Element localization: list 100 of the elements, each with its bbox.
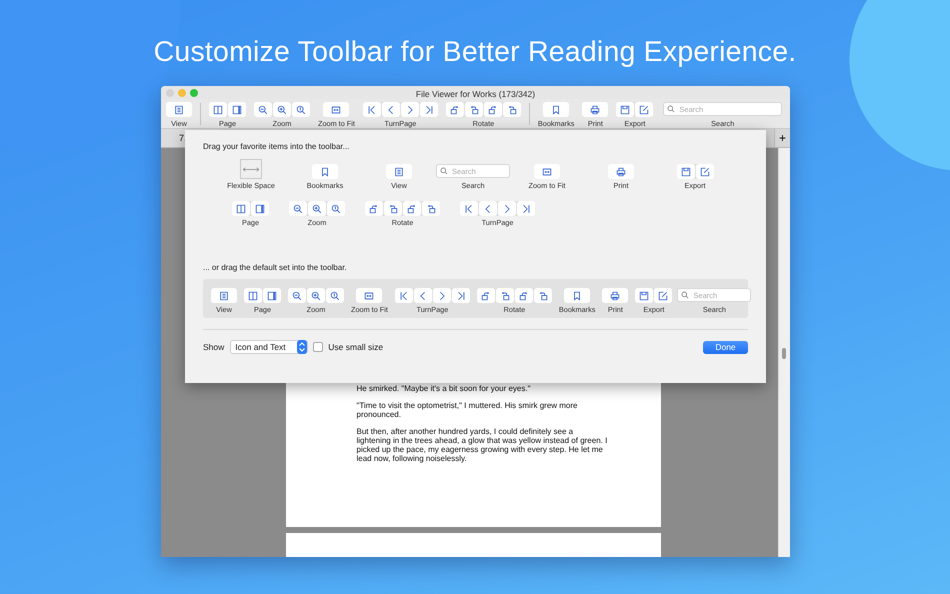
columns-icon [213, 104, 223, 114]
turn-page-button[interactable] [414, 288, 432, 303]
rotate-icon [450, 104, 460, 114]
zoom-to-fit-button[interactable] [356, 288, 382, 303]
paragraph: "Time to visit the optometrist," I muttered. His smirk grew more pronounced. [356, 401, 578, 419]
export-button[interactable] [635, 288, 654, 303]
export-button[interactable] [635, 102, 654, 117]
page-button[interactable] [228, 102, 246, 117]
zoom-button[interactable] [308, 201, 326, 216]
turn-page-button[interactable] [460, 201, 478, 216]
sidebar-panel-icon [255, 204, 265, 214]
page-button[interactable] [244, 288, 262, 303]
page-button[interactable] [209, 102, 227, 117]
zoom-button[interactable] [327, 201, 345, 216]
zoom-button[interactable] [273, 102, 291, 117]
scrollbar-thumb[interactable] [782, 348, 786, 359]
rotate-button[interactable] [446, 102, 464, 117]
rotate-button[interactable] [496, 288, 514, 303]
show-dropdown[interactable]: Icon and Text [230, 340, 308, 354]
export-button[interactable] [696, 164, 714, 179]
edit-icon [658, 290, 668, 300]
rotate-icon [500, 290, 510, 300]
show-label: Show [203, 342, 224, 352]
rotate-button[interactable] [514, 288, 533, 303]
zoom-to-fit-button[interactable] [323, 102, 350, 117]
export-button[interactable] [654, 288, 672, 303]
zoom-out-icon [258, 104, 268, 114]
turn-page-button[interactable] [382, 102, 400, 117]
window-title: File Viewer for Works (173/342) [416, 89, 536, 99]
turn-page-button[interactable] [452, 288, 470, 303]
turn-page-button[interactable] [420, 102, 438, 117]
view-button[interactable] [211, 288, 237, 303]
done-button[interactable]: Done [703, 340, 748, 354]
zoom-button[interactable] [288, 288, 306, 303]
zoom-button[interactable] [292, 102, 310, 117]
skip-start-icon [398, 290, 409, 300]
print-button[interactable] [608, 164, 634, 179]
export-button[interactable] [616, 102, 634, 117]
rotate-button[interactable] [384, 201, 402, 216]
new-tab-button[interactable]: + [774, 129, 790, 147]
turn-page-button[interactable] [498, 201, 516, 216]
list-icon [174, 104, 184, 114]
view-button[interactable] [166, 102, 192, 117]
rotate-button[interactable] [476, 288, 495, 303]
search-icon [681, 291, 690, 299]
list-icon [394, 166, 404, 176]
edit-icon [639, 104, 650, 114]
view-button[interactable] [386, 164, 412, 179]
rotate-icon [468, 104, 479, 114]
rotate-button[interactable] [502, 102, 521, 117]
bookmarks-button[interactable] [564, 288, 590, 303]
page-button[interactable] [251, 201, 269, 216]
rotate-button[interactable] [484, 102, 502, 117]
page-button[interactable] [232, 201, 250, 216]
magnifier-icon [331, 204, 341, 214]
edit-icon [700, 166, 710, 176]
columns-icon [248, 290, 258, 300]
rotate-button[interactable] [464, 102, 483, 117]
rotate-button[interactable] [422, 201, 440, 216]
turn-page-button[interactable] [479, 201, 497, 216]
skip-end-icon [456, 290, 466, 300]
turn-page-button[interactable] [394, 288, 413, 303]
rotate-icon [369, 204, 379, 214]
bookmark-icon [551, 104, 562, 114]
page-button[interactable] [263, 288, 281, 303]
rotate-icon [480, 290, 491, 300]
bookmarks-button[interactable] [543, 102, 570, 117]
paragraph: He smirked. "Maybe it's a bit soon for your eyes." [356, 384, 532, 393]
zoom-button[interactable] [289, 201, 307, 216]
bookmark-icon [320, 166, 330, 176]
fit-width-icon [364, 290, 374, 300]
chevron-left-icon [418, 290, 428, 300]
rotate-icon [506, 104, 517, 114]
export-button[interactable] [676, 164, 694, 179]
rotate-icon [538, 290, 548, 300]
rotate-icon [388, 204, 398, 214]
zoom-button[interactable] [326, 288, 344, 303]
paragraph: But then, after another hundred yards, I could definitely see a lightening in the trees ahead, a glow that was yellow instead of green. I picked up the pace, my eagerness growing with every step. He let me lead now, following noiselessly. [356, 427, 608, 463]
rotate-button[interactable] [534, 288, 552, 303]
zoom-button[interactable] [254, 102, 272, 117]
rotate-icon [426, 204, 436, 214]
turn-page-button[interactable] [362, 102, 381, 117]
bookmarks-button[interactable] [312, 164, 338, 179]
list-icon [219, 290, 229, 300]
turn-page-button[interactable] [432, 288, 451, 303]
print-button[interactable] [582, 102, 608, 117]
chevron-left-icon [483, 204, 493, 214]
zoom-out-icon [293, 204, 303, 214]
default-set-heading: ... or drag the default set into the toolbar. [203, 263, 348, 273]
rotate-button[interactable] [365, 201, 383, 216]
print-button[interactable] [602, 288, 628, 303]
turn-page-button[interactable] [400, 102, 419, 117]
rotate-button[interactable] [403, 201, 421, 216]
turn-page-button[interactable] [517, 201, 535, 216]
bookmark-icon [572, 290, 582, 300]
zoom-to-fit-button[interactable] [534, 164, 560, 179]
zoom-button[interactable] [307, 288, 325, 303]
skip-end-icon [424, 104, 434, 114]
sidebar-panel-icon [267, 290, 277, 300]
checkbox[interactable] [313, 342, 324, 352]
